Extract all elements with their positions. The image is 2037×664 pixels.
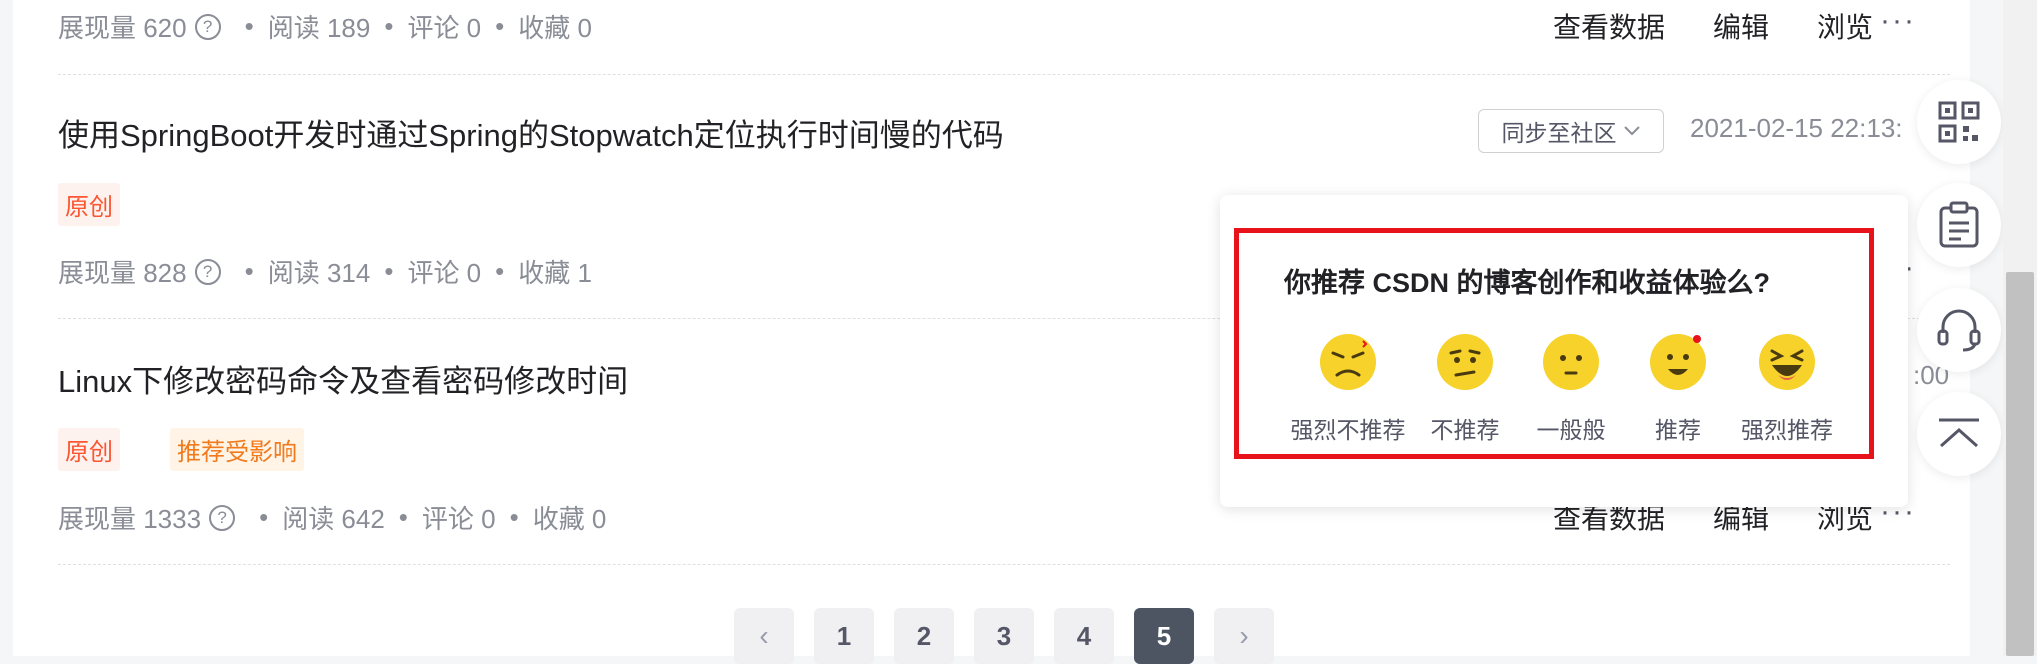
article-title[interactable]: 使用SpringBoot开发时通过Spring的Stopwatch定位执行时间慢… [58,110,1004,155]
favorites-stat: 收藏 0 [518,13,592,43]
help-icon[interactable]: ? [209,504,236,531]
reads-stat: 阅读 189 [267,13,371,43]
back-to-top-icon [1939,418,1979,448]
chevron-down-icon [1623,121,1641,142]
separator: • [384,256,394,286]
neutral-face-icon [1543,334,1599,390]
sync-label: 同步至社区 [1501,120,1617,146]
separator: • [384,11,394,41]
help-icon[interactable]: ? [194,258,221,285]
smiling-face-icon [1650,334,1706,390]
original-tag: 原创 [58,183,120,226]
laughing-face-icon [1759,334,1815,390]
comments-stat: 评论 0 [407,258,482,288]
very-angry-face-icon [1320,334,1376,390]
views-stat: 展现量 828 [58,258,187,288]
article-stats: 展现量 620 ? • 阅读 189 • 评论 0 • 收藏 0 [58,8,592,45]
survey-question: 你推荐 CSDN 的博客创作和收益体验么? [1284,268,1770,298]
divider [58,564,1950,565]
customer-service-button[interactable] [1917,288,2001,372]
qr-code-icon [1938,101,1980,143]
recommend-affected-tag: 推荐受影响 [170,428,304,471]
survey-option-label: 强烈推荐 [1741,417,1833,443]
favorites-stat: 收藏 0 [532,504,607,534]
clipboard-icon [1939,201,1979,248]
separator: • [244,256,254,286]
reads-stat: 阅读 314 [267,258,371,288]
publish-date: 2021-02-15 22:13: [1690,113,1903,143]
headset-icon [1937,309,1981,352]
sync-to-community-dropdown[interactable]: 同步至社区 [1478,109,1664,153]
separator: • [495,256,505,286]
views-stat: 展现量 620 [58,13,187,43]
survey-option-strongly-recommend[interactable]: 强烈推荐 [1717,333,1857,445]
separator: • [509,502,519,532]
favorites-stat: 收藏 1 [518,258,592,288]
separator: • [398,502,408,532]
article-stats: 展现量 828 ? • 阅读 314 • 评论 0 • 收藏 1 [58,253,592,290]
scrollbar-thumb[interactable] [2006,272,2034,656]
more-menu-button[interactable]: ··· [1880,4,1916,38]
view-data-link[interactable]: 查看数据 [1553,6,1665,46]
article-stats: 展现量 1333 ? • 阅读 642 • 评论 0 • 收藏 0 [58,499,606,536]
back-to-top-button[interactable] [1917,392,2001,476]
article-title[interactable]: Linux下修改密码命令及查看密码修改时间 [58,356,628,401]
original-tag: 原创 [58,428,120,471]
comments-stat: 评论 0 [421,504,496,534]
edit-link[interactable]: 编辑 [1713,6,1769,46]
frowning-face-icon [1437,334,1493,390]
views-stat: 展现量 1333 [58,504,202,534]
divider [58,74,1950,75]
clipboard-button[interactable] [1917,183,2001,267]
separator: • [244,11,254,41]
separator: • [495,11,505,41]
browse-link[interactable]: 浏览 [1817,6,1873,46]
help-icon[interactable]: ? [194,13,221,40]
comments-stat: 评论 0 [407,13,482,43]
reads-stat: 阅读 642 [282,504,385,534]
qr-code-button[interactable] [1917,80,2001,164]
separator: • [259,502,269,532]
